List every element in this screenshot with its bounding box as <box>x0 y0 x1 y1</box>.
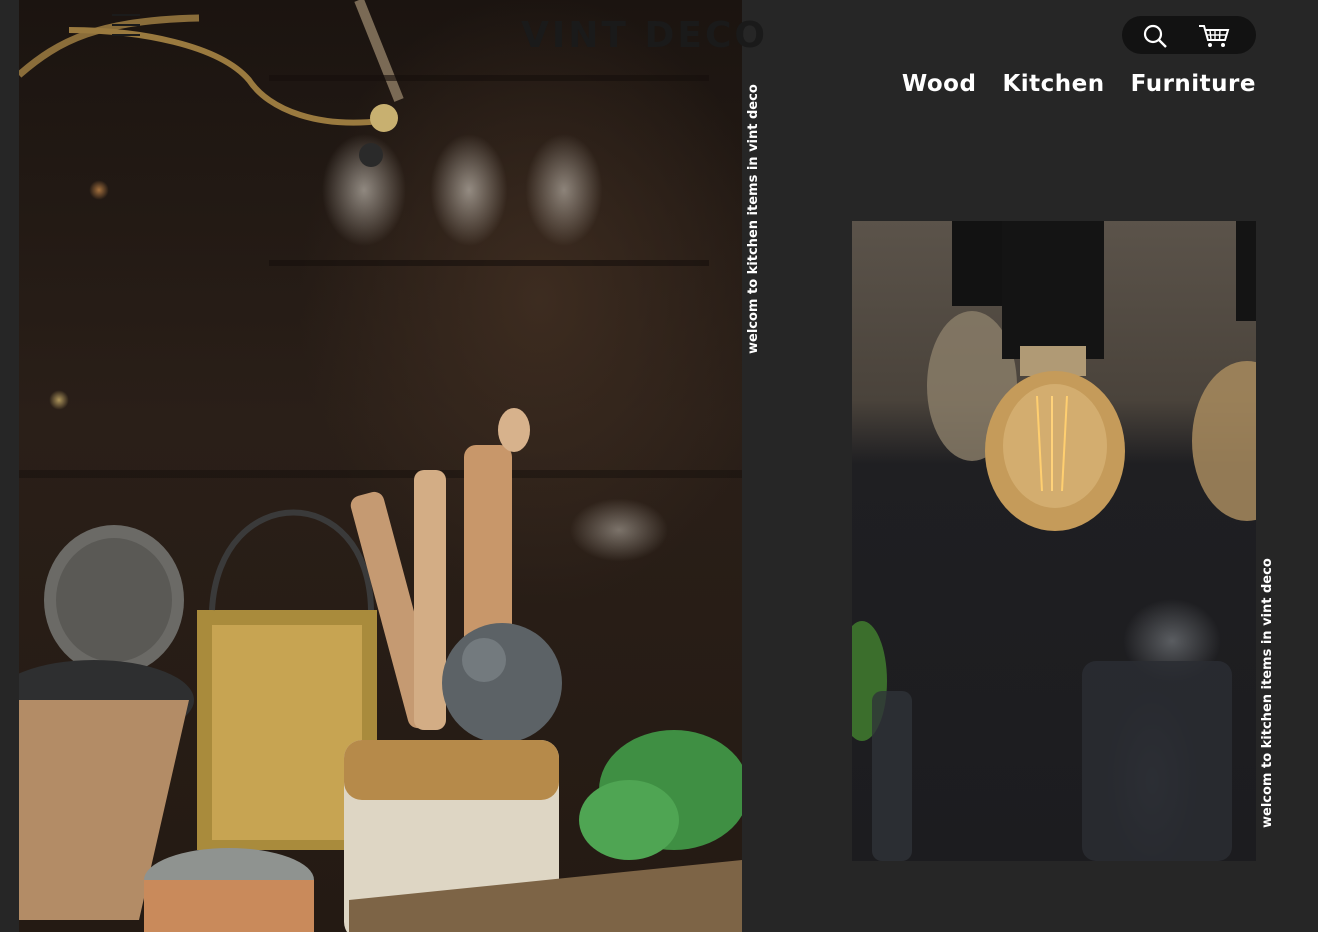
hamburger-menu-icon[interactable] <box>112 14 140 36</box>
vertical-tagline-bottom: welcom to kitchen items in vint deco <box>1260 558 1275 828</box>
main-nav: Wood Kitchen Furniture <box>902 68 1256 100</box>
hero-kitchen-utensils-image <box>19 0 742 932</box>
vertical-tagline-top: welcom to kitchen items in vint deco <box>746 84 761 354</box>
search-icon[interactable] <box>1142 23 1168 49</box>
shopping-cart-icon[interactable] <box>1198 23 1230 49</box>
nav-item-kitchen[interactable]: Kitchen <box>1002 68 1104 100</box>
nav-item-wood[interactable]: Wood <box>902 68 977 100</box>
page: VINT DECO Wood Kitchen Furniture welcom … <box>0 0 1318 932</box>
brand-logo[interactable]: VINT DECO <box>521 14 768 58</box>
header-actions <box>1122 16 1256 54</box>
featured-lightbulb-image <box>852 221 1256 861</box>
nav-item-furniture[interactable]: Furniture <box>1131 68 1256 100</box>
